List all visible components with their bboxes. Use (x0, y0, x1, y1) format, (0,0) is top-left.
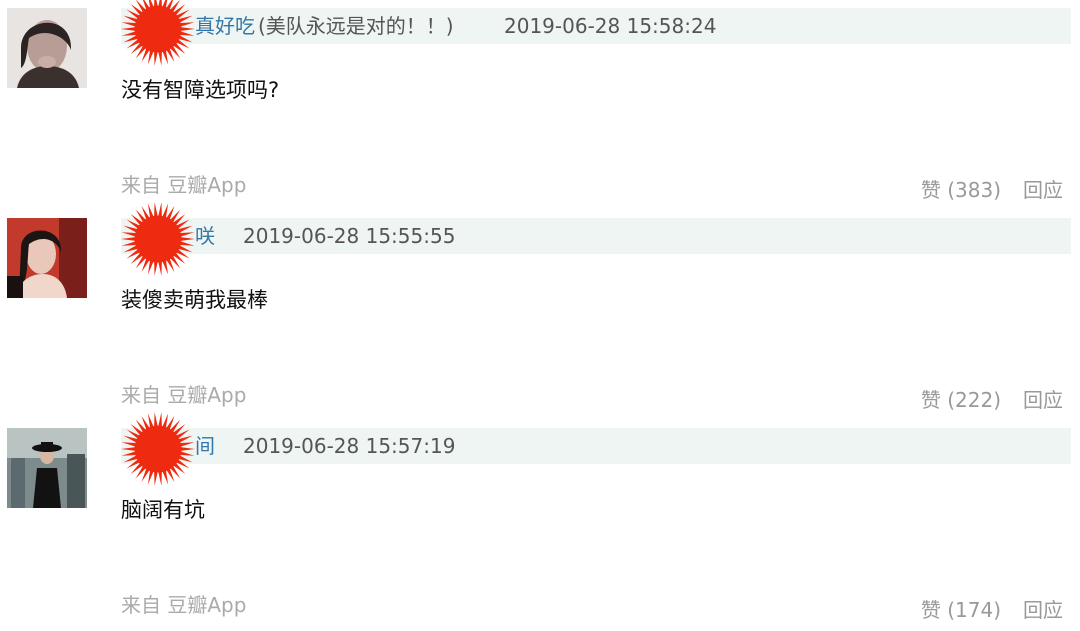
comment-header: 真好吃 (美队永远是对的！！) 2019-06-28 15:58:24 (121, 8, 1071, 44)
vote-button[interactable]: 赞 (222) (921, 387, 1001, 413)
reply-button[interactable]: 回应 (1023, 177, 1063, 203)
comment-header: 间 2019-06-28 15:57:19 (121, 428, 1071, 464)
comment-text: 没有智障选项吗? (121, 78, 280, 102)
comment-timestamp: 2019-06-28 15:55:55 (243, 224, 456, 248)
comment-timestamp: 2019-06-28 15:57:19 (243, 434, 456, 458)
comment-source: 来自 豆瓣App (121, 383, 247, 407)
author-name-link[interactable]: 咲 (195, 223, 215, 249)
vote-button[interactable]: 赞 (383) (921, 177, 1001, 203)
comment-text: 脑阔有坑 (121, 498, 205, 522)
avatar[interactable] (7, 218, 87, 298)
author-name-link[interactable]: 间 (195, 433, 215, 459)
reply-button[interactable]: 回应 (1023, 597, 1063, 623)
author-signature: (美队永远是对的！！) (258, 14, 454, 38)
comment-header: 咲 2019-06-28 15:55:55 (121, 218, 1071, 254)
comment-item: 咲 2019-06-28 15:55:55 装傻卖萌我最棒 来自 豆瓣App 赞… (0, 202, 1080, 420)
comment-timestamp: 2019-06-28 15:58:24 (504, 14, 717, 38)
comment-item: 间 2019-06-28 15:57:19 脑阔有坑 来自 豆瓣App 赞 (1… (0, 412, 1080, 630)
vote-button[interactable]: 赞 (174) (921, 597, 1001, 623)
redaction-mark (119, 200, 197, 278)
reply-button[interactable]: 回应 (1023, 387, 1063, 413)
comment-item: 真好吃 (美队永远是对的！！) 2019-06-28 15:58:24 没有智障… (0, 0, 1080, 210)
author-name-link[interactable]: 真好吃 (195, 13, 255, 39)
comment-source: 来自 豆瓣App (121, 173, 247, 197)
avatar[interactable] (7, 428, 87, 508)
comment-text: 装傻卖萌我最棒 (121, 288, 268, 312)
comment-source: 来自 豆瓣App (121, 593, 247, 617)
redaction-mark (119, 0, 197, 68)
avatar[interactable] (7, 8, 87, 88)
redaction-mark (119, 410, 197, 488)
